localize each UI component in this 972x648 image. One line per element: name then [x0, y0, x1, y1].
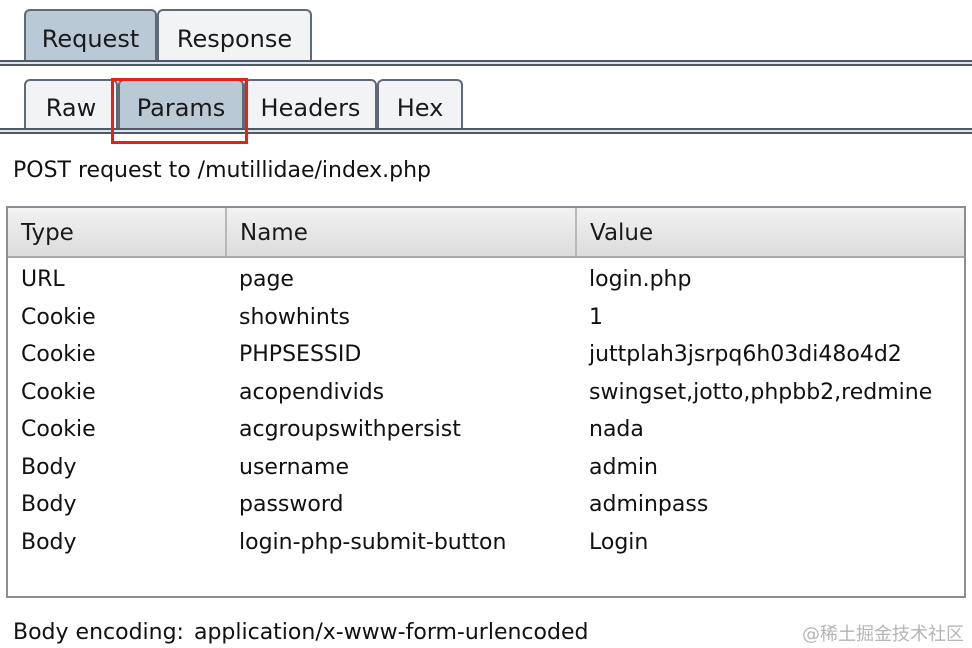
param-name: login-php-submit-button [239, 529, 507, 555]
sub-tab-strip-divider [0, 128, 972, 134]
param-name: password [239, 492, 344, 517]
table-row[interactable]: Body password adminpass [8, 486, 964, 524]
param-value: Login [589, 529, 649, 555]
tab-params[interactable]: Params [118, 79, 244, 130]
param-value: adminpass [589, 492, 709, 517]
column-header-value[interactable]: Value [577, 208, 964, 256]
tab-headers[interactable]: Headers [244, 79, 377, 130]
param-value: nada [589, 417, 644, 442]
tab-request[interactable]: Request [24, 9, 157, 62]
param-type: Cookie [21, 342, 96, 367]
column-header-name[interactable]: Name [227, 208, 577, 256]
table-header: Type Name Value [8, 208, 964, 258]
param-type: Body [21, 454, 77, 480]
body-encoding-label: Body encoding: [13, 620, 184, 645]
param-type: Cookie [21, 304, 96, 330]
column-header-type[interactable]: Type [8, 208, 227, 256]
table-row[interactable]: Body username admin [8, 449, 964, 487]
tab-hex[interactable]: Hex [377, 79, 463, 130]
table-row[interactable]: URL page login.php [8, 261, 964, 299]
param-type: Body [21, 529, 77, 555]
param-value: juttplah3jsrpq6h03di48o4d2 [589, 342, 902, 367]
table-row[interactable]: Cookie showhints 1 [8, 299, 964, 337]
table-body: URL page login.php Cookie showhints 1 Co… [8, 261, 964, 561]
param-value: login.php [589, 267, 692, 292]
message-tab-strip: Request Response [0, 0, 972, 68]
body-encoding: Body encoding: application/x-www-form-url… [13, 620, 588, 645]
table-row[interactable]: Cookie acopendivids swingset,jotto,phpbb… [8, 374, 964, 412]
param-name: page [239, 267, 294, 292]
param-name: acgroupswithpersist [239, 417, 461, 442]
param-type: Cookie [21, 379, 96, 405]
body-encoding-value: application/x-www-form-urlencoded [193, 620, 589, 645]
param-name: acopendivids [239, 379, 385, 405]
param-type: URL [21, 267, 65, 292]
table-row[interactable]: Cookie acgroupswithpersist nada [8, 411, 964, 449]
param-name: showhints [239, 304, 350, 330]
param-name: username [239, 454, 349, 480]
param-value: swingset,jotto,phpbb2,redmine [589, 379, 933, 405]
param-type: Cookie [21, 417, 96, 442]
param-value: admin [589, 454, 658, 480]
table-row[interactable]: Body login-php-submit-button Login [8, 524, 964, 562]
tab-strip-divider [0, 60, 972, 66]
view-tab-strip: Raw Params Headers Hex [0, 68, 972, 140]
tab-raw[interactable]: Raw [24, 79, 118, 130]
param-type: Body [21, 492, 77, 517]
request-summary: POST request to /mutillidae/index.php [13, 158, 431, 183]
tab-response[interactable]: Response [157, 9, 312, 62]
param-value: 1 [589, 304, 603, 330]
watermark: @稀土掘金技术社区 [802, 624, 964, 645]
param-name: PHPSESSID [239, 342, 362, 367]
params-table: Type Name Value URL page login.php Cooki… [6, 206, 966, 598]
table-row[interactable]: Cookie PHPSESSID juttplah3jsrpq6h03di48o… [8, 336, 964, 374]
